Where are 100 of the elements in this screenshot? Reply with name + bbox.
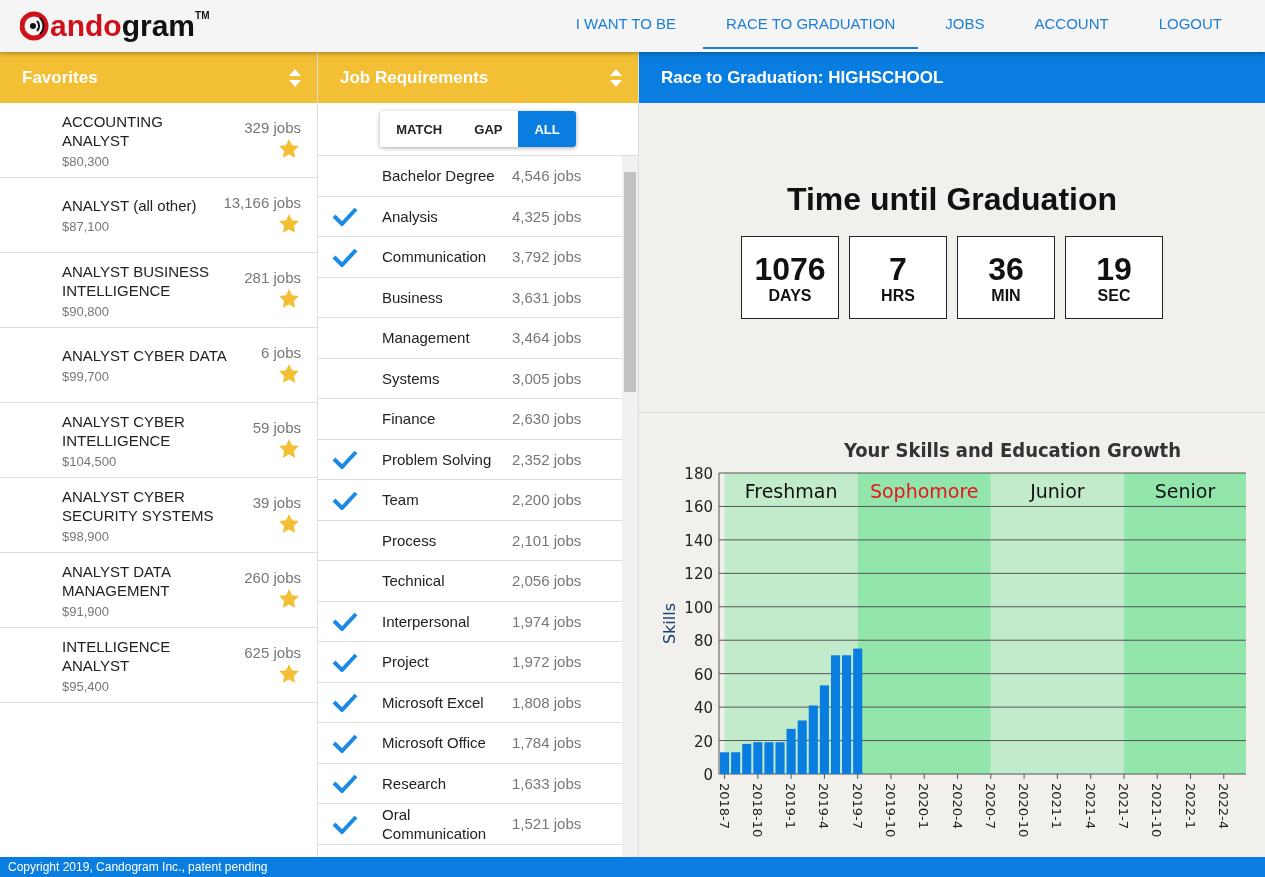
requirement-item[interactable]: Research 1,633 jobs <box>318 763 622 804</box>
requirement-item[interactable]: Oral Communication 1,521 jobs <box>318 804 622 845</box>
requirement-item[interactable]: Analysis 4,325 jobs <box>318 196 622 237</box>
job-count: 260 jobs <box>244 569 301 586</box>
star-icon[interactable] <box>279 589 299 608</box>
requirement-item[interactable]: Problem Solving 2,352 jobs <box>318 439 622 480</box>
job-count: 2,200 jobs <box>512 491 582 509</box>
skill-bar <box>764 742 774 774</box>
star-icon[interactable] <box>279 364 299 383</box>
x-tick-label: 2021-10 <box>1149 783 1165 838</box>
x-tick-label: 2020-4 <box>949 783 965 830</box>
skill-name: Interpersonal <box>382 611 471 631</box>
skill-name: Microsoft Excel <box>382 692 485 712</box>
salary: $90,800 <box>62 303 110 319</box>
skill-bar <box>797 720 807 774</box>
sort-icon[interactable] <box>289 68 301 87</box>
job-count: 1,784 jobs <box>512 734 582 752</box>
star-icon[interactable] <box>279 514 299 533</box>
skill-name: Research <box>382 773 448 793</box>
star-icon[interactable] <box>279 664 299 683</box>
skill-name: Finance <box>382 409 437 429</box>
y-tick-label: 140 <box>684 531 713 550</box>
requirement-item[interactable]: Microsoft Excel 1,808 jobs <box>318 682 622 723</box>
job-count: 1,972 jobs <box>512 653 582 671</box>
job-count: 39 jobs <box>252 494 301 511</box>
x-tick-label: 2019-4 <box>816 783 832 830</box>
requirement-item[interactable]: Communication 3,792 jobs <box>318 237 622 278</box>
skill-name: Project <box>382 652 430 672</box>
chart-title: Your Skills and Education Growth <box>844 438 1181 462</box>
favorite-item[interactable]: INTELLIGENCE ANALYST $95,400 625 jobs <box>0 628 317 703</box>
nav-tab[interactable]: LOGOUT <box>1135 0 1245 49</box>
requirement-item[interactable]: Team 2,200 jobs <box>318 480 622 521</box>
favorite-item[interactable]: ANALYST CYBER DATA $99,700 6 jobs <box>0 328 317 403</box>
star-icon[interactable] <box>279 439 299 458</box>
job-title: ACCOUNTING ANALYST <box>62 111 164 150</box>
countdown-value: 19 <box>1096 250 1132 287</box>
y-tick-label: 120 <box>684 565 713 584</box>
salary: $87,100 <box>62 219 110 234</box>
countdown-unit: HRS <box>881 286 915 305</box>
countdown-value: 7 <box>889 250 907 287</box>
star-icon[interactable] <box>279 139 299 158</box>
favorite-item[interactable]: ANALYST DATA MANAGEMENT $91,900 260 jobs <box>0 553 317 628</box>
y-tick-label: 60 <box>693 665 713 684</box>
job-count: 3,631 jobs <box>512 288 582 306</box>
requirements-title: Job Requirements <box>340 67 489 88</box>
countdown-unit: DAYS <box>768 286 812 305</box>
requirement-item[interactable]: Microsoft Office 1,784 jobs <box>318 723 622 764</box>
y-tick-label: 20 <box>693 732 713 751</box>
skill-name: Problem Solving <box>382 449 493 469</box>
job-count: 1,521 jobs <box>512 815 582 833</box>
favorite-item[interactable]: ACCOUNTING ANALYST $80,300 329 jobs <box>0 103 317 178</box>
salary: $80,300 <box>62 153 110 169</box>
job-count: 4,546 jobs <box>512 167 582 185</box>
skill-name: Business <box>382 287 444 307</box>
job-count: 2,630 jobs <box>512 410 582 428</box>
nav-tab[interactable]: RACE TO GRADUATION <box>703 0 919 49</box>
nav-tab[interactable]: JOBS <box>922 0 1008 49</box>
job-count: 2,101 jobs <box>512 531 582 549</box>
job-title: ANALYST CYBER INTELLIGENCE <box>62 411 186 450</box>
favorite-item[interactable]: ANALYST CYBER SECURITY SYSTEMS $98,900 39 jobs <box>0 478 317 553</box>
job-count: 2,056 jobs <box>512 572 582 590</box>
countdown-value: 36 <box>988 250 1024 287</box>
job-title: ANALYST CYBER SECURITY SYSTEMS <box>62 486 215 525</box>
filter-button[interactable]: ALL <box>518 111 576 147</box>
skill-name: Management <box>382 328 471 348</box>
filter-button[interactable]: GAP <box>458 111 519 147</box>
skill-name: Analysis <box>382 206 439 226</box>
y-axis-label: Skills <box>660 602 679 645</box>
star-icon[interactable] <box>279 214 299 233</box>
favorite-item[interactable]: ANALYST (all other) $87,100 13,166 jobs <box>0 178 317 253</box>
job-count: 3,792 jobs <box>512 248 582 266</box>
sort-icon[interactable] <box>610 68 622 87</box>
x-tick-label: 2022-1 <box>1182 783 1198 830</box>
filter-button[interactable]: MATCH <box>380 111 459 147</box>
job-count: 329 jobs <box>244 119 301 136</box>
favorite-item[interactable]: ANALYST CYBER INTELLIGENCE $104,500 59 jobs <box>0 403 317 478</box>
y-tick-label: 80 <box>693 632 713 651</box>
job-count: 6 jobs <box>260 344 301 361</box>
nav-tab[interactable]: I WANT TO BE <box>552 0 700 49</box>
requirement-item[interactable]: Project 1,972 jobs <box>318 642 622 683</box>
nav-tab[interactable]: ACCOUNT <box>1011 0 1132 49</box>
countdown-value: 1076 <box>754 250 826 287</box>
logo-signal-icon <box>20 11 50 41</box>
favorites-title: Favorites <box>22 67 98 88</box>
x-tick-label: 2019-10 <box>882 783 898 838</box>
favorite-item[interactable]: ANALYST BUSINESS INTELLIGENCE $90,800 281 jobs <box>0 253 317 328</box>
star-icon[interactable] <box>279 289 299 308</box>
job-title: ANALYST DATA MANAGEMENT <box>62 561 172 600</box>
x-tick-label: 2020-1 <box>916 783 932 830</box>
requirement-item[interactable]: Interpersonal 1,974 jobs <box>318 601 622 642</box>
phase-label: Sophomore <box>869 480 979 502</box>
skill-name: Process <box>382 530 438 550</box>
skill-name: Microsoft Office <box>382 733 487 753</box>
y-tick-label: 180 <box>684 465 713 483</box>
job-count: 13,166 jobs <box>223 194 301 211</box>
countdown-unit: MIN <box>991 286 1021 305</box>
job-title: ANALYST BUSINESS INTELLIGENCE <box>62 261 210 300</box>
scrollbar[interactable] <box>622 156 638 857</box>
skill-name: Communication <box>382 247 488 267</box>
skill-bar <box>742 743 752 774</box>
